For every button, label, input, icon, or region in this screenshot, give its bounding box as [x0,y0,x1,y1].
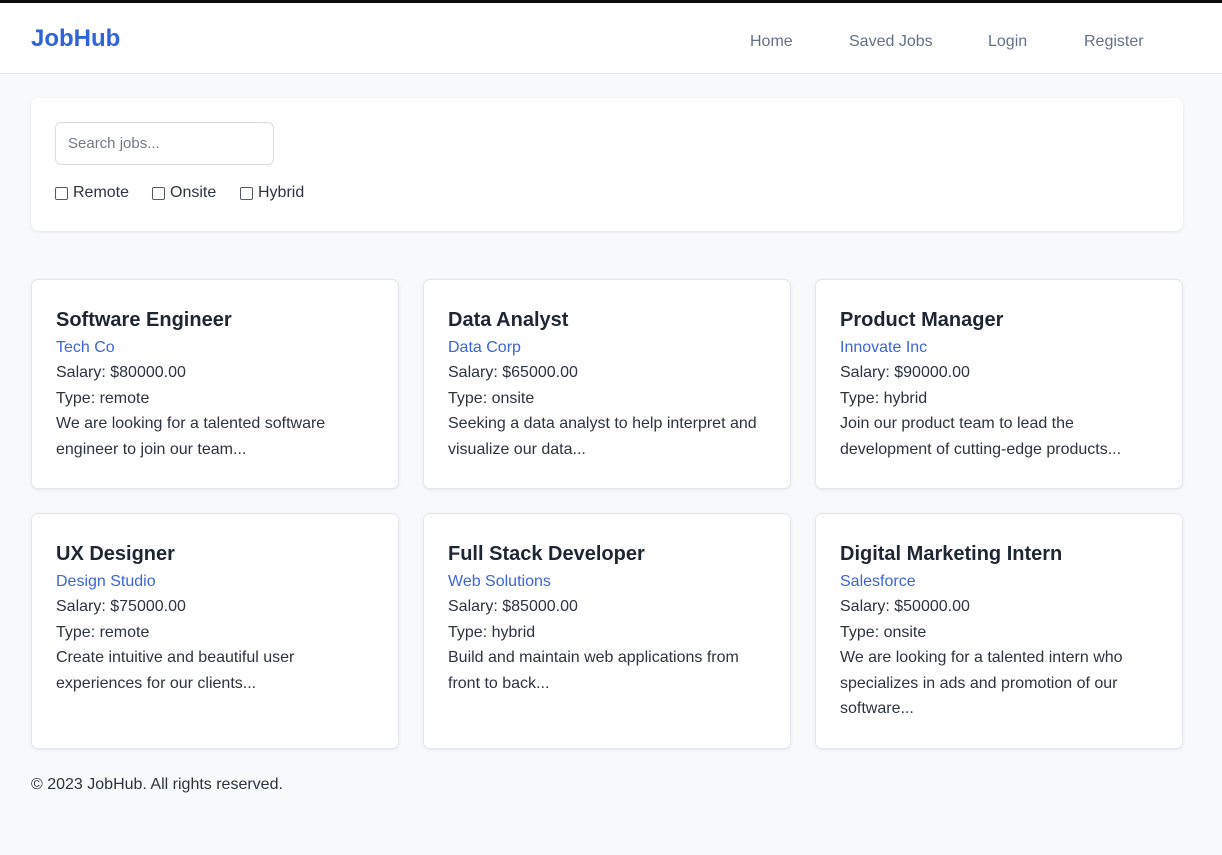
nav-home-link[interactable]: Home [750,33,793,51]
job-title[interactable]: Product Manager [840,307,1158,333]
job-title[interactable]: Digital Marketing Intern [840,541,1158,567]
company-name[interactable]: Data Corp [448,335,766,360]
job-card[interactable]: UX Designer Design Studio Salary: $75000… [31,513,399,749]
job-card[interactable]: Product Manager Innovate Inc Salary: $90… [815,279,1183,489]
job-salary: Salary: $90000.00 [840,364,970,381]
nav-login-link[interactable]: Login [988,33,1027,51]
job-salary: Salary: $75000.00 [56,598,186,615]
search-panel: Remote Onsite Hybrid [31,98,1183,231]
filter-hybrid-label: Hybrid [258,184,305,201]
company-name[interactable]: Tech Co [56,335,374,360]
job-type: Type: hybrid [840,389,928,407]
company-name[interactable]: Design Studio [56,569,374,594]
job-title[interactable]: Full Stack Developer [448,541,766,567]
job-card[interactable]: Full Stack Developer Web Solutions Salar… [423,513,791,749]
onsite-checkbox[interactable] [152,186,165,200]
remote-checkbox[interactable] [55,186,68,200]
job-type: Type: onsite [840,623,927,641]
job-title[interactable]: Software Engineer [56,307,374,333]
job-description: Create intuitive and beautiful user expe… [56,649,295,692]
nav-register-link[interactable]: Register [1084,33,1144,51]
filter-onsite[interactable]: Onsite [152,184,216,202]
job-title[interactable]: UX Designer [56,541,374,567]
top-navbar: JobHub Home Saved Jobs Login Register [0,0,1222,74]
logo[interactable]: JobHub [31,25,120,53]
job-salary: Salary: $65000.00 [448,364,578,381]
company-name[interactable]: Web Solutions [448,569,766,594]
job-type: Type: hybrid [448,623,536,641]
job-description: Build and maintain web applications from… [448,649,739,692]
company-name[interactable]: Salesforce [840,569,1158,594]
filter-onsite-label: Onsite [170,184,217,201]
footer-copyright: © 2023 JobHub. All rights reserved. [31,776,283,793]
hybrid-checkbox[interactable] [240,186,253,200]
search-input[interactable] [55,122,274,165]
job-type: Type: onsite [448,389,535,407]
job-description: Seeking a data analyst to help interpret… [448,415,757,458]
nav-saved-jobs-link[interactable]: Saved Jobs [849,33,933,51]
job-card[interactable]: Data Analyst Data Corp Salary: $65000.00… [423,279,791,489]
filter-remote-label: Remote [73,184,130,201]
company-name[interactable]: Innovate Inc [840,335,1158,360]
job-type: Type: remote [56,389,150,407]
filter-hybrid[interactable]: Hybrid [240,184,304,202]
job-card[interactable]: Software Engineer Tech Co Salary: $80000… [31,279,399,489]
job-description: We are looking for a talented software e… [56,415,326,458]
job-type: Type: remote [56,623,150,641]
job-salary: Salary: $85000.00 [448,598,578,615]
job-salary: Salary: $50000.00 [840,598,970,615]
filter-remote[interactable]: Remote [55,184,129,202]
job-description: We are looking for a talented intern who… [840,649,1123,717]
job-description: Join our product team to lead the develo… [840,415,1122,458]
job-card[interactable]: Digital Marketing Intern Salesforce Sala… [815,513,1183,749]
job-salary: Salary: $80000.00 [56,364,186,381]
job-title[interactable]: Data Analyst [448,307,766,333]
